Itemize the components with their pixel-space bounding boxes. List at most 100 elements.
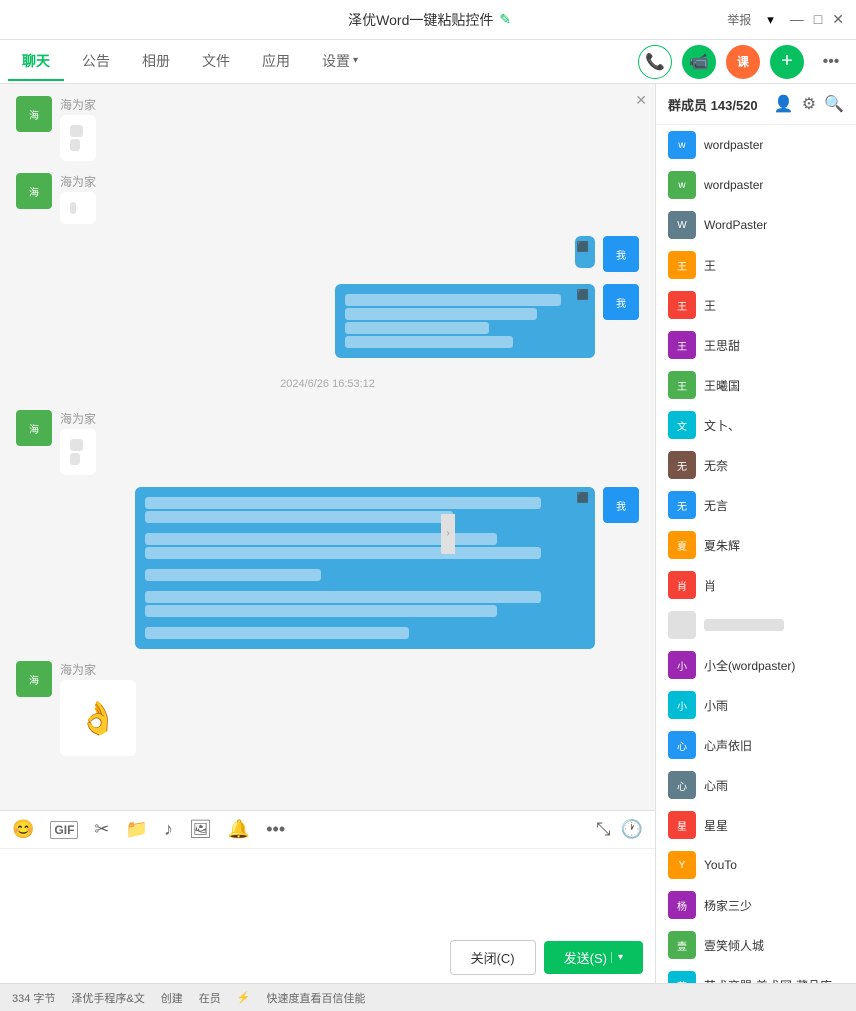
member-name: 王	[704, 297, 716, 314]
member-item[interactable]: 王王曦国	[656, 365, 856, 405]
send-dropdown-icon[interactable]: ▾	[611, 952, 623, 963]
image-button[interactable]: 🖼	[189, 819, 212, 840]
tab-app[interactable]: 应用	[248, 43, 304, 81]
member-avatar: 王	[668, 371, 696, 399]
video-call-button[interactable]: 📹	[682, 45, 716, 79]
expand-button[interactable]: ⤡	[596, 819, 610, 840]
message-input[interactable]	[0, 849, 655, 929]
member-item[interactable]: 夏夏朱辉	[656, 525, 856, 565]
plus-icon: +	[781, 50, 793, 73]
message-sender: 海为家	[60, 410, 96, 427]
blurred-text	[70, 125, 83, 137]
bubble-collapse-icon[interactable]: ⬛	[577, 240, 589, 255]
member-item[interactable]: wwordpaster	[656, 125, 856, 165]
blurred-text	[70, 139, 80, 151]
member-item[interactable]: 文文卜、	[656, 405, 856, 445]
clock-button[interactable]: 🕐	[621, 819, 643, 840]
member-item[interactable]: 艺艺术商盟-美术网-藏品库-	[656, 965, 856, 983]
message-content: ⬛	[135, 487, 595, 649]
member-avatar	[668, 611, 696, 639]
member-search-icon[interactable]: 🔍	[824, 94, 844, 114]
message-content: 海为家	[60, 96, 96, 161]
member-panel-header: 群成员 143/520 👤 ⚙ 🔍	[656, 84, 856, 125]
more-button[interactable]: •••	[814, 45, 848, 79]
member-name: blurred1	[704, 619, 784, 631]
tab-chat[interactable]: 聊天	[8, 43, 64, 81]
member-item[interactable]: 星星星	[656, 805, 856, 845]
timestamp: 2024/6/26 16:53:12	[16, 378, 639, 390]
close-chat-button[interactable]: 关闭(C)	[450, 940, 536, 975]
bell-button[interactable]: 🔔	[228, 819, 250, 840]
main-container: ✕ 海 海为家 海 海为家	[0, 84, 856, 983]
minimize-button[interactable]: —	[790, 11, 804, 28]
music-button[interactable]: ♪	[164, 819, 173, 840]
member-name: 肖	[704, 577, 716, 594]
tab-settings[interactable]: 设置 ▾	[308, 43, 372, 81]
message-content: 海为家 👌	[60, 661, 136, 756]
close-window-button[interactable]: ✕	[832, 11, 844, 28]
maximize-button[interactable]: □	[814, 11, 822, 28]
member-item[interactable]: YYouTo	[656, 845, 856, 885]
member-item[interactable]: wwordpaster	[656, 165, 856, 205]
member-manage-icon[interactable]: ⚙	[802, 94, 816, 114]
tab-notice[interactable]: 公告	[68, 43, 124, 81]
member-list-panel: 群成员 143/520 👤 ⚙ 🔍 wwordpasterwwordpaster…	[656, 84, 856, 983]
window-controls: — □ ✕	[790, 11, 844, 28]
emoji-button[interactable]: 😊	[12, 819, 34, 840]
scissors-button[interactable]: ✂	[94, 819, 109, 840]
side-panel-collapse-button[interactable]: ›	[441, 514, 455, 554]
member-item[interactable]: 杨杨家三少	[656, 885, 856, 925]
report-button[interactable]: 举报	[727, 11, 751, 28]
member-avatar: 王	[668, 331, 696, 359]
voice-call-button[interactable]: 📞	[638, 45, 672, 79]
member-add-icon[interactable]: 👤	[774, 94, 794, 114]
member-avatar: 王	[668, 251, 696, 279]
member-name: 王	[704, 257, 716, 274]
member-count: 群成员 143/520	[668, 95, 758, 114]
member-item[interactable]: 小小全(wordpaster)	[656, 645, 856, 685]
member-item[interactable]: 无无言	[656, 485, 856, 525]
more-toolbar-button[interactable]: •••	[266, 819, 285, 840]
collapse-messages-button[interactable]: ✕	[635, 92, 647, 109]
title-bar-center: 泽优Word一键粘贴控件 ✎	[348, 10, 511, 30]
avatar: 我	[603, 236, 639, 272]
edit-icon[interactable]: ✎	[499, 11, 511, 28]
add-button[interactable]: +	[770, 45, 804, 79]
send-button[interactable]: 发送(S) ▾	[544, 941, 643, 974]
member-item[interactable]: 小小雨	[656, 685, 856, 725]
member-item[interactable]: 壹壹笑倾人城	[656, 925, 856, 965]
tab-file[interactable]: 文件	[188, 43, 244, 81]
course-button[interactable]: 课	[726, 45, 760, 79]
chat-input-area: 😊 GIF ✂ 📁 ♪ 🖼 🔔 ••• ⤡ 🕐 关闭(C)	[0, 810, 655, 983]
tab-album[interactable]: 相册	[128, 43, 184, 81]
create-status: 创建	[161, 990, 183, 1006]
member-item[interactable]: 肖肖	[656, 565, 856, 605]
bubble-collapse-icon[interactable]: ⬛	[577, 491, 589, 506]
bubble-collapse-icon[interactable]: ⬛	[577, 288, 589, 303]
chat-messages[interactable]: ✕ 海 海为家 海 海为家	[0, 84, 655, 810]
blurred-text	[145, 497, 541, 509]
avatar: 海	[16, 661, 52, 697]
message-row-sent: 我 ⬛	[16, 284, 639, 358]
gif-button[interactable]: GIF	[50, 821, 78, 839]
member-avatar: 小	[668, 651, 696, 679]
member-item[interactable]: 王王	[656, 285, 856, 325]
dropdown-icon[interactable]: ▾	[767, 12, 774, 28]
member-name: WordPaster	[704, 218, 767, 232]
member-avatar: 文	[668, 411, 696, 439]
member-item[interactable]: 王王思甜	[656, 325, 856, 365]
member-item[interactable]: blurred1	[656, 605, 856, 645]
member-name: 文卜、	[704, 417, 740, 434]
message-content: 海为家	[60, 173, 96, 224]
member-item[interactable]: WWordPaster	[656, 205, 856, 245]
member-item[interactable]: 心心声依旧	[656, 725, 856, 765]
member-item[interactable]: 王王	[656, 245, 856, 285]
member-item[interactable]: 无无奈	[656, 445, 856, 485]
message-row-sent: 我 ⬛	[16, 236, 639, 272]
blurred-text	[145, 627, 409, 639]
member-item[interactable]: 心心雨	[656, 765, 856, 805]
phone-icon: 📞	[645, 52, 665, 72]
chat-actions: 关闭(C) 发送(S) ▾	[0, 932, 655, 983]
folder-button[interactable]: 📁	[126, 819, 148, 840]
member-avatar: 艺	[668, 971, 696, 983]
